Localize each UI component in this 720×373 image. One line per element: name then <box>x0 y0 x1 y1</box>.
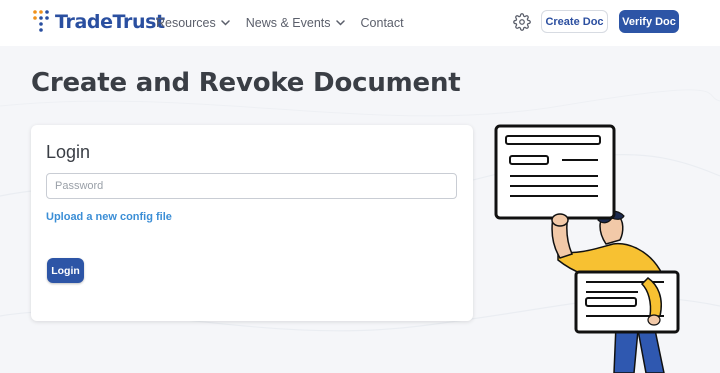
upload-config-link[interactable]: Upload a new config file <box>46 211 172 223</box>
password-input[interactable] <box>46 173 457 199</box>
login-button[interactable]: Login <box>47 258 84 283</box>
top-navbar: TradeTrust Resources News & Events Conta… <box>0 0 720 46</box>
create-doc-button[interactable]: Create Doc <box>541 10 608 33</box>
nav-news-events-label: News & Events <box>245 16 331 30</box>
nav-news-events[interactable]: News & Events <box>246 16 345 30</box>
chevron-down-icon <box>335 20 345 26</box>
chevron-down-icon <box>221 20 230 26</box>
login-title: Login <box>46 142 91 162</box>
nav-resources[interactable]: Resources <box>156 16 230 30</box>
verify-doc-button[interactable]: Verify Doc <box>619 10 679 33</box>
logo-text: TradeTrust <box>55 11 165 33</box>
nav-contact-label: Contact <box>360 16 404 30</box>
logo-mark-icon <box>33 10 49 32</box>
tradetrust-logo[interactable]: TradeTrust <box>33 6 165 38</box>
nav-contact[interactable]: Contact <box>361 16 404 30</box>
page-title: Create and Revoke Document <box>31 68 461 98</box>
main-nav: Resources News & Events Contact <box>156 16 420 30</box>
person-with-documents-illustration <box>494 124 680 373</box>
nav-resources-label: Resources <box>156 16 216 30</box>
login-card: Login Upload a new config file Login <box>31 125 473 321</box>
gear-icon[interactable] <box>513 13 531 31</box>
